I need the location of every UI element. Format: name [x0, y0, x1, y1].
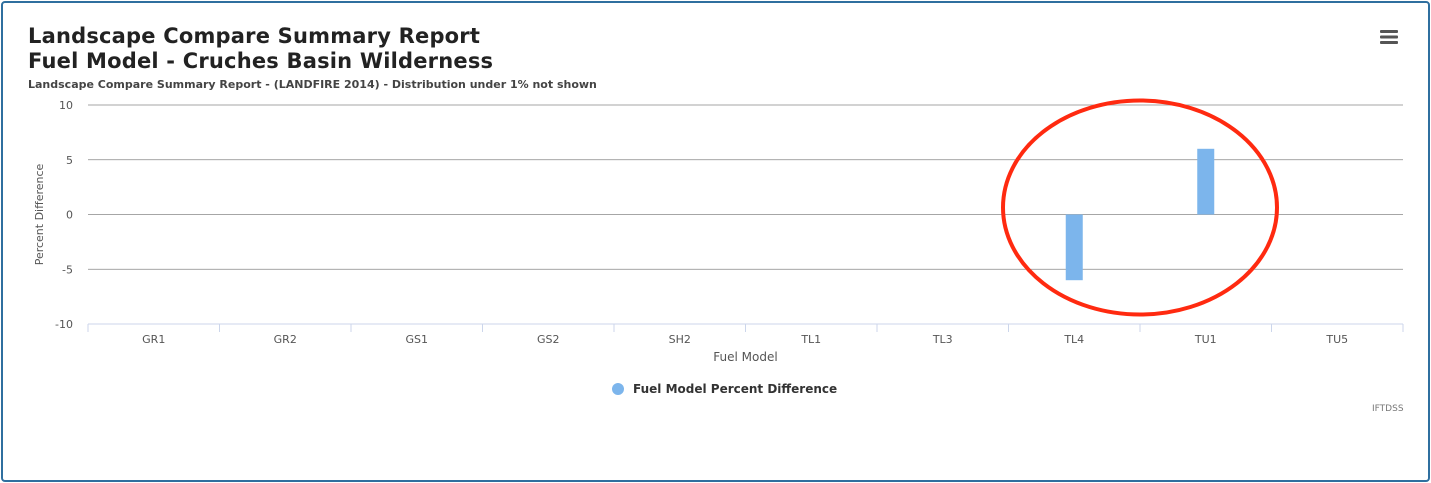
y-tick-label: 10 [59, 99, 73, 112]
x-tick-label: GR1 [142, 333, 165, 346]
bar-tl4[interactable] [1065, 214, 1083, 281]
x-tick-label: TU5 [1325, 333, 1348, 346]
credits-text: IFTDSS [1372, 404, 1404, 414]
y-tick-label: -5 [62, 263, 73, 276]
x-tick-label: TL4 [1063, 333, 1084, 346]
x-tick-label: GS2 [537, 333, 560, 346]
bar-chart: 10 5 0 -5 -10 GR1 GR2 GS1 GS2 SH2 TL1 TL3 TL4 TU1 TU5 F… [33, 98, 1404, 364]
legend-item[interactable]: Fuel Model Percent Difference [612, 382, 837, 396]
y-tick-label: -10 [55, 318, 73, 331]
x-tick-label: SH2 [669, 333, 691, 346]
y-tick-label: 5 [66, 154, 73, 167]
y-axis-title: Percent Difference [33, 163, 46, 265]
x-axis-title: Fuel Model [713, 350, 777, 364]
bar-tu1[interactable] [1197, 148, 1215, 215]
x-tick-label: GR2 [274, 333, 297, 346]
legend-marker [612, 383, 624, 395]
x-tick-label: GS1 [405, 333, 428, 346]
x-tick-label: TL3 [932, 333, 953, 346]
legend-label: Fuel Model Percent Difference [633, 382, 838, 396]
x-tick-label: TL1 [800, 333, 821, 346]
annotation-ellipse [1001, 98, 1279, 317]
x-tick-label: TU1 [1194, 333, 1217, 346]
y-tick-label: 0 [66, 209, 73, 222]
